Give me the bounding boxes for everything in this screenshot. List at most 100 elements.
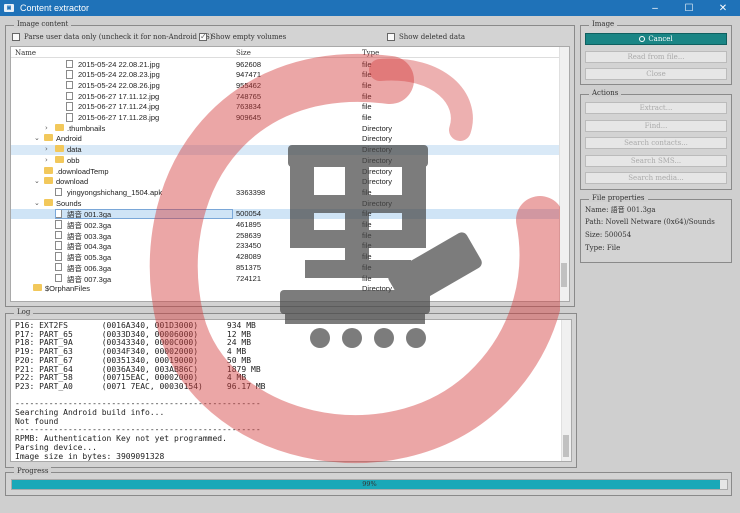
tree-row[interactable]: 語音 006.3ga 851375 file <box>11 262 559 273</box>
folder-icon <box>44 177 53 185</box>
tree-row[interactable]: 2015-06-27 17.11.24.jpg 763834 file <box>11 102 559 113</box>
row-size: 428089 <box>236 252 262 262</box>
progress-bar: 99% <box>11 479 728 490</box>
column-name[interactable]: Name <box>15 49 36 57</box>
find-button[interactable]: Find... <box>585 120 727 132</box>
row-type: file <box>362 220 372 229</box>
tree-row[interactable]: 語音 005.3ga 428089 file <box>11 252 559 263</box>
tree-row[interactable]: 2015-05-24 22.08.23.jpg 947471 file <box>11 70 559 81</box>
row-type: file <box>362 80 372 90</box>
progress-group-title: Progress <box>14 467 52 475</box>
property-type: Type: File <box>585 244 621 252</box>
row-name: obb <box>67 155 80 165</box>
tree-scrollbar[interactable] <box>559 47 569 301</box>
close-button[interactable]: Close <box>585 68 727 80</box>
tree-scroll-thumb[interactable] <box>561 263 567 287</box>
tree-row[interactable]: › obb Directory <box>11 155 559 166</box>
row-type: Directory <box>362 198 393 208</box>
log-text: P16: EXT2FS (0016A340, 001D3000) 934 MB … <box>15 321 266 461</box>
row-size: 748765 <box>236 91 262 101</box>
tree-row[interactable]: ⌄ download Directory <box>11 177 559 188</box>
row-name: Sounds <box>56 198 82 208</box>
cancel-button[interactable]: Cancel <box>585 33 727 45</box>
tree-row[interactable]: 語音 003.3ga 258639 file <box>11 230 559 241</box>
cancel-label: Cancel <box>648 35 673 43</box>
tree-row[interactable]: .downloadTemp Directory <box>11 166 559 177</box>
row-type: file <box>362 262 372 272</box>
tree-row[interactable]: yingyongshichang_1504.apk 3363398 file <box>11 187 559 198</box>
folder-icon <box>55 145 64 153</box>
tree-row[interactable]: 語音 007.3ga 724121 file <box>11 273 559 284</box>
row-size: 724121 <box>236 273 262 283</box>
row-type: file <box>362 59 372 69</box>
close-window-button[interactable]: ✕ <box>706 0 740 16</box>
property-name: Name: 語音 001.3ga <box>585 206 656 214</box>
chevron-down-icon[interactable]: ⌄ <box>34 134 40 142</box>
log-scroll-thumb[interactable] <box>563 435 569 457</box>
read-from-file-button[interactable]: Read from file... <box>585 51 727 63</box>
row-size: 909645 <box>236 113 262 122</box>
file-icon <box>55 230 62 240</box>
tree-row[interactable]: ⌄ Android Directory <box>11 134 559 145</box>
folder-icon <box>55 123 64 131</box>
minimize-button[interactable]: – <box>638 0 672 16</box>
column-size[interactable]: Size <box>236 49 251 57</box>
row-name: 2015-06-27 17.11.28.jpg <box>78 113 160 122</box>
maximize-button[interactable]: ☐ <box>672 0 706 16</box>
show-empty-volumes-option[interactable]: Show empty volumes <box>199 32 287 41</box>
file-icon <box>66 80 73 90</box>
file-icon <box>66 70 73 79</box>
tree-row[interactable]: 2015-05-24 22.08.21.jpg 962608 file <box>11 59 559 70</box>
show-empty-volumes-label: Show empty volumes <box>211 33 287 41</box>
chevron-down-icon[interactable]: ⌄ <box>34 199 40 207</box>
parse-user-data-option[interactable]: Parse user data only (uncheck it for non… <box>12 33 212 41</box>
row-name: download <box>56 177 89 187</box>
file-tree[interactable]: Name Size Type 2015-05-24 22.08.21.jpg 96… <box>10 46 570 302</box>
file-properties: Name: 語音 001.3ga Path: Novell Netware (0… <box>585 205 727 257</box>
chevron-right-icon[interactable]: › <box>45 156 48 164</box>
row-type: Directory <box>362 145 393 155</box>
file-icon <box>66 59 73 68</box>
row-name: .downloadTemp <box>56 166 109 176</box>
file-icon <box>66 113 73 122</box>
column-type[interactable]: Type <box>362 49 379 57</box>
log-scrollbar[interactable] <box>561 320 571 461</box>
tree-row[interactable]: $OrphanFiles Directory <box>11 284 559 295</box>
tree-row[interactable]: 2015-06-27 17.11.28.jpg 909645 file <box>11 113 559 124</box>
tree-row[interactable]: › .thumbnails Directory <box>11 123 559 134</box>
extract-button[interactable]: Extract... <box>585 102 727 114</box>
row-type: file <box>362 187 372 197</box>
chevron-right-icon[interactable]: › <box>45 124 48 132</box>
file-icon <box>55 252 62 261</box>
show-deleted-data-checkbox[interactable] <box>387 33 395 41</box>
tree-row[interactable]: 2015-06-27 17.11.12.jpg 748765 file <box>11 91 559 102</box>
tree-row[interactable]: › data Directory <box>11 144 559 156</box>
search-contacts-button[interactable]: Search contacts... <box>585 137 727 149</box>
search-media-button[interactable]: Search media... <box>585 172 727 184</box>
parse-user-data-checkbox[interactable] <box>12 33 20 41</box>
tree-row[interactable]: 2015-05-24 22.08.26.jpg 955462 file <box>11 80 559 91</box>
progress-label: 99% <box>362 480 377 488</box>
tree-row[interactable]: 語音 002.3ga 461895 file <box>11 220 559 231</box>
row-size: 258639 <box>236 230 262 240</box>
chevron-down-icon[interactable]: ⌄ <box>34 177 40 185</box>
tree-row[interactable]: 語音 004.3ga 233450 file <box>11 241 559 252</box>
row-type: file <box>362 113 372 122</box>
chevron-right-icon[interactable]: › <box>45 145 48 153</box>
show-deleted-data-option[interactable]: Show deleted data <box>387 33 465 41</box>
tree-row[interactable]: 語音 001.3ga 500054 file <box>11 208 559 220</box>
row-type: Directory <box>362 166 393 176</box>
show-empty-volumes-checkbox[interactable] <box>199 32 207 41</box>
file-icon <box>66 102 73 111</box>
property-path: Path: Novell Netware (0x64)/Sounds <box>585 218 715 226</box>
row-type: file <box>362 91 372 101</box>
search-sms-button[interactable]: Search SMS... <box>585 155 727 167</box>
row-type: file <box>362 209 372 219</box>
show-deleted-data-label: Show deleted data <box>399 33 466 41</box>
actions-group-title: Actions <box>589 89 622 97</box>
cancel-icon <box>639 36 646 42</box>
folder-icon <box>44 166 53 174</box>
log-output[interactable]: P16: EXT2FS (0016A340, 001D3000) 934 MB … <box>10 319 572 462</box>
app-icon: ▣ <box>4 4 14 12</box>
tree-row[interactable]: ⌄ Sounds Directory <box>11 198 559 209</box>
